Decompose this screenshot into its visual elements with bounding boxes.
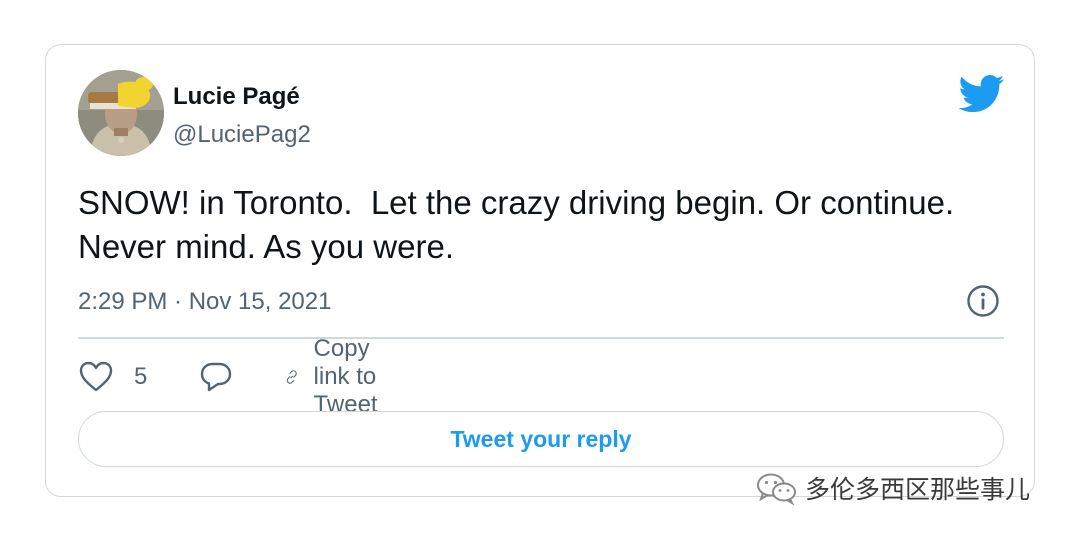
speech-bubble-icon — [200, 362, 232, 392]
like-button[interactable]: 5 — [78, 359, 147, 395]
wechat-icon — [757, 473, 796, 506]
tweet-card[interactable]: Lucie Pagé @LuciePag2 SNOW! in Toronto. … — [45, 44, 1035, 497]
info-icon[interactable] — [966, 284, 1000, 318]
tweet-timestamp[interactable]: 2:29 PM · Nov 15, 2021 — [78, 288, 331, 316]
reply-button[interactable] — [198, 359, 234, 395]
like-count: 5 — [134, 363, 148, 390]
watermark: 多伦多西区那些事儿 — [755, 470, 1030, 506]
tweet-text: SNOW! in Toronto. Let the crazy driving … — [78, 184, 964, 265]
watermark-text: 多伦多西区那些事儿 — [805, 476, 1031, 504]
heart-icon — [79, 361, 113, 392]
copy-link-label: Copy link to Tweet — [313, 335, 378, 418]
author-display-name[interactable]: Lucie Pagé — [173, 83, 300, 111]
avatar[interactable] — [78, 70, 164, 156]
page: Lucie Pagé @LuciePag2 SNOW! in Toronto. … — [0, 0, 1080, 536]
link-icon — [286, 370, 297, 384]
divider — [78, 337, 1004, 339]
author-handle[interactable]: @LuciePag2 — [173, 121, 311, 149]
twitter-bird-icon[interactable] — [959, 75, 1005, 113]
tweet-your-reply-button[interactable]: Tweet your reply — [78, 411, 1004, 467]
copy-link-button[interactable]: Copy link to Tweet — [284, 335, 398, 418]
